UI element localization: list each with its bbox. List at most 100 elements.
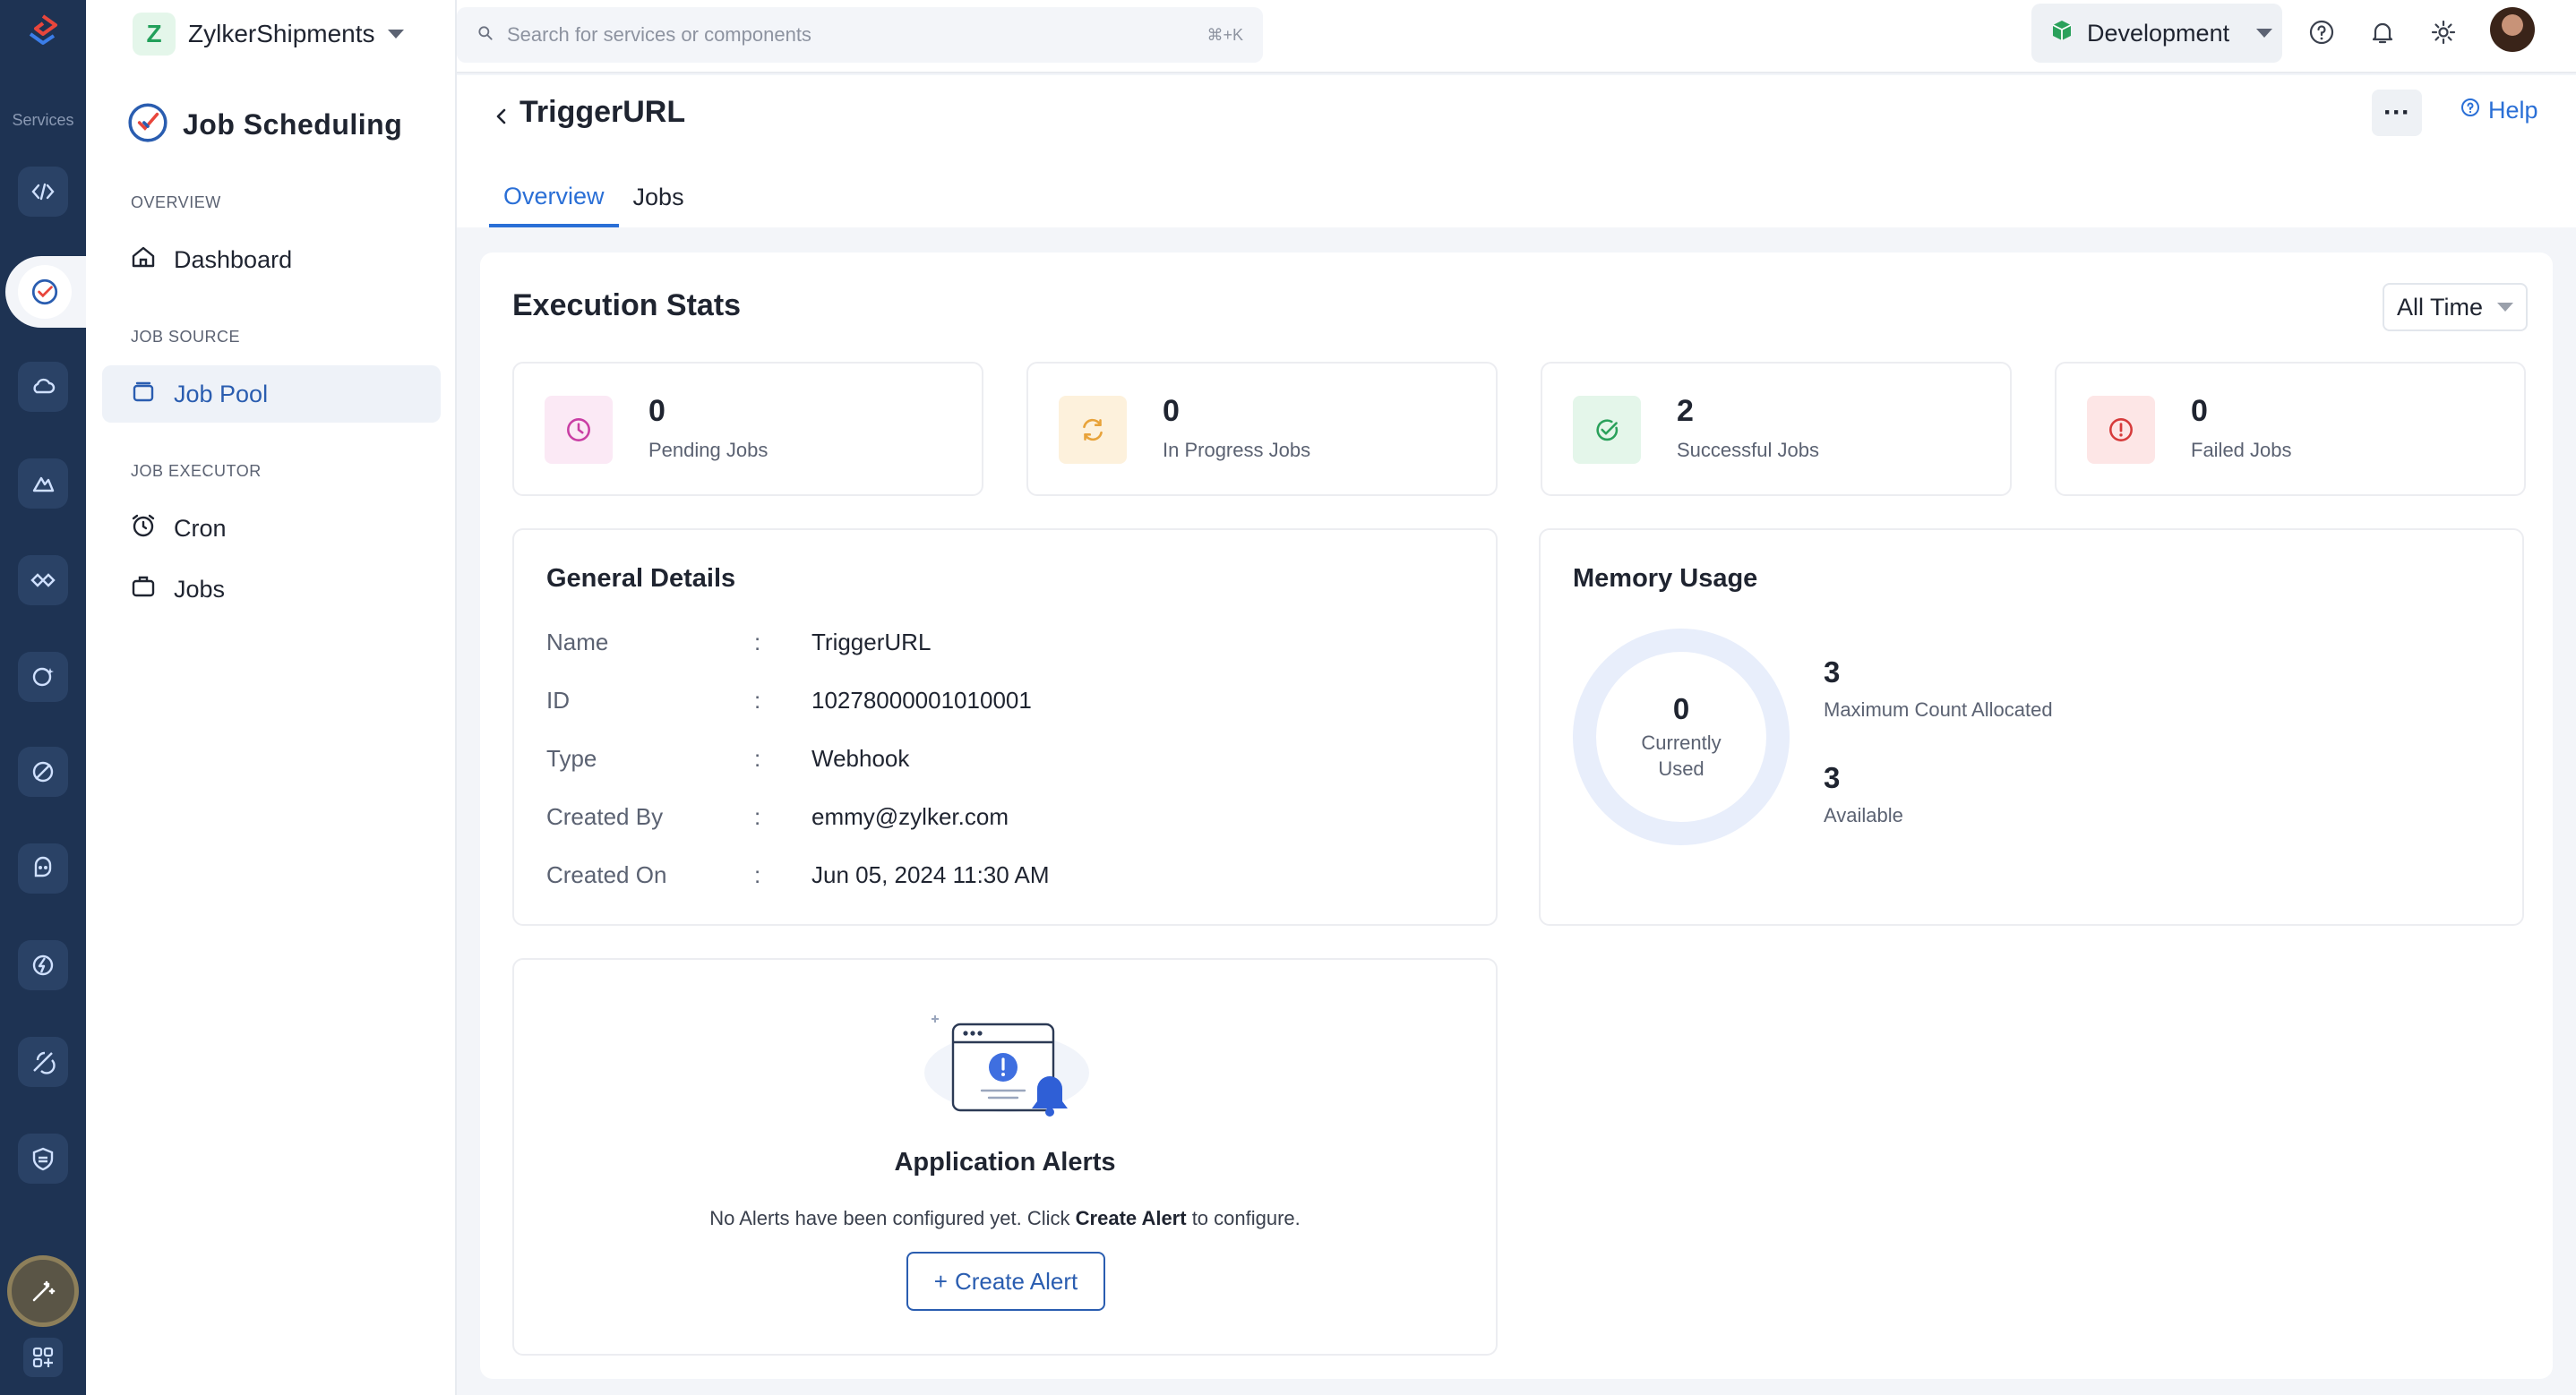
stat-label: Pending Jobs — [648, 439, 769, 461]
service-title: Job Scheduling — [183, 108, 403, 141]
cube-icon — [2049, 18, 2074, 49]
chevron-down-icon — [2256, 29, 2273, 38]
quickml-service-icon[interactable] — [18, 843, 68, 894]
section-label-job-executor: JOB EXECUTOR — [131, 462, 262, 480]
stat-in-progress-jobs: 0 In Progress Jobs — [1026, 362, 1498, 496]
tab-overview[interactable]: Overview — [489, 168, 619, 227]
create-alert-button[interactable]: + Create Alert — [906, 1252, 1105, 1311]
plus-icon: + — [933, 1267, 948, 1295]
overview-card: Execution Stats All Time 0 Pending Jobs … — [480, 252, 2553, 1379]
detail-value: Jun 05, 2024 11:30 AM — [811, 861, 1050, 888]
alerts-text-bold: Create Alert — [1075, 1207, 1187, 1229]
stat-label: Successful Jobs — [1677, 439, 1819, 461]
available-value: 3 — [1824, 761, 1841, 794]
sidebar-item-job-pool[interactable]: Job Pool — [102, 365, 441, 423]
back-arrow-icon[interactable] — [484, 98, 519, 134]
time-range-select[interactable]: All Time — [2383, 283, 2528, 331]
stat-label: In Progress Jobs — [1163, 439, 1311, 461]
stat-pending-jobs: 0 Pending Jobs — [512, 362, 983, 496]
sidebar-item-cron[interactable]: Cron — [102, 500, 441, 557]
connections-service-icon[interactable] — [18, 555, 68, 605]
detail-value: Webhook — [811, 745, 910, 772]
slate-service-icon[interactable] — [18, 940, 68, 990]
sidebar-item-label: Jobs — [174, 575, 226, 603]
max-count-label: Maximum Count Allocated — [1824, 698, 2053, 721]
alarm-clock-icon — [129, 511, 158, 546]
detail-value: 10278000001010001 — [811, 687, 1032, 714]
memory-usage-panel: Memory Usage 0 Currently Used 3 Maximum … — [1539, 528, 2524, 926]
stat-value: 0 — [2191, 394, 2208, 428]
environment-switcher[interactable]: Development — [2031, 4, 2282, 63]
detail-value: TriggerURL — [811, 629, 932, 655]
search-input[interactable] — [507, 23, 1195, 47]
memory-usage-donut: 0 Currently Used — [1573, 629, 1790, 845]
home-icon — [129, 243, 158, 278]
detail-key: Created By — [546, 803, 664, 830]
stat-value: 0 — [648, 394, 665, 428]
top-bar: ⌘+K Development — [457, 0, 2576, 73]
rail-caption: Services — [12, 111, 74, 129]
zia-service-icon[interactable] — [18, 458, 68, 509]
magic-wand-icon[interactable] — [7, 1255, 79, 1327]
bell-icon[interactable] — [2366, 16, 2399, 48]
environment-label: Development — [2087, 19, 2230, 47]
general-details-title: General Details — [546, 564, 736, 593]
create-alert-label: Create Alert — [954, 1267, 1078, 1295]
section-label-job-source: JOB SOURCE — [131, 328, 241, 346]
cloud-scale-service-icon[interactable] — [18, 362, 68, 412]
detail-separator: : — [754, 629, 761, 655]
clock-icon — [545, 396, 613, 464]
alerts-text-after: to configure. — [1186, 1207, 1301, 1229]
help-link[interactable]: Help — [2460, 97, 2538, 124]
tab-jobs[interactable]: Jobs — [619, 168, 699, 226]
sidebar-item-jobs[interactable]: Jobs — [102, 561, 441, 618]
help-circle-icon[interactable] — [2306, 16, 2338, 48]
application-alerts-title: Application Alerts — [894, 1148, 1116, 1177]
all-services-grid-icon[interactable] — [23, 1338, 63, 1377]
detail-separator: : — [754, 803, 761, 830]
service-sidebar: Z ZylkerShipments Job Scheduling OVERVIE… — [86, 0, 457, 1395]
current-used-label-line2: Used — [1658, 757, 1704, 780]
detail-key: ID — [546, 687, 570, 714]
current-used-label: Currently Used — [1641, 730, 1721, 782]
catalyst-logo-icon[interactable] — [23, 13, 63, 52]
gear-icon[interactable] — [2427, 16, 2460, 48]
general-details-panel: General Details Name : TriggerURL ID : 1… — [512, 528, 1498, 926]
alerts-text-before: No Alerts have been configured yet. Clic… — [709, 1207, 1076, 1229]
pipelines-service-icon[interactable] — [18, 1037, 68, 1087]
detail-separator: : — [754, 687, 761, 714]
detail-key: Type — [546, 745, 597, 772]
search-shortcut: ⌘+K — [1206, 25, 1243, 44]
execution-stats-title: Execution Stats — [512, 288, 742, 322]
page-tabs: Overview Jobs — [489, 168, 699, 227]
job-scheduling-logo-icon — [125, 100, 170, 150]
help-label: Help — [2488, 97, 2538, 124]
job-scheduling-service-icon[interactable] — [18, 265, 72, 319]
chevron-down-icon — [387, 30, 404, 39]
stat-failed-jobs: 0 Failed Jobs — [2055, 362, 2526, 496]
org-badge: Z — [133, 13, 176, 56]
global-search[interactable]: ⌘+K — [457, 7, 1263, 63]
current-used-label-line1: Currently — [1641, 732, 1722, 754]
more-options-button[interactable]: ··· — [2372, 90, 2422, 136]
stat-successful-jobs: 2 Successful Jobs — [1541, 362, 2012, 496]
stat-label: Failed Jobs — [2191, 439, 2292, 461]
service-brand: Job Scheduling — [125, 100, 402, 150]
serverless-service-icon[interactable] — [18, 167, 68, 217]
security-service-icon[interactable] — [18, 1134, 68, 1184]
org-switcher[interactable]: Z ZylkerShipments — [133, 13, 404, 56]
detail-separator: : — [754, 861, 761, 888]
sidebar-item-label: Job Pool — [174, 380, 269, 407]
avatar[interactable] — [2490, 7, 2535, 52]
detail-key: Name — [546, 629, 609, 655]
signals-service-icon[interactable] — [18, 652, 68, 702]
alerts-illustration-icon — [924, 1010, 1089, 1128]
section-label-overview: OVERVIEW — [131, 193, 221, 211]
briefcase-icon — [129, 572, 158, 607]
detail-key: Created On — [546, 861, 667, 888]
sidebar-item-dashboard[interactable]: Dashboard — [102, 231, 441, 288]
time-range-value: All Time — [2397, 293, 2484, 321]
detail-value: emmy@zylker.com — [811, 803, 1009, 830]
detail-separator: : — [754, 745, 761, 772]
devops-service-icon[interactable] — [18, 747, 68, 797]
